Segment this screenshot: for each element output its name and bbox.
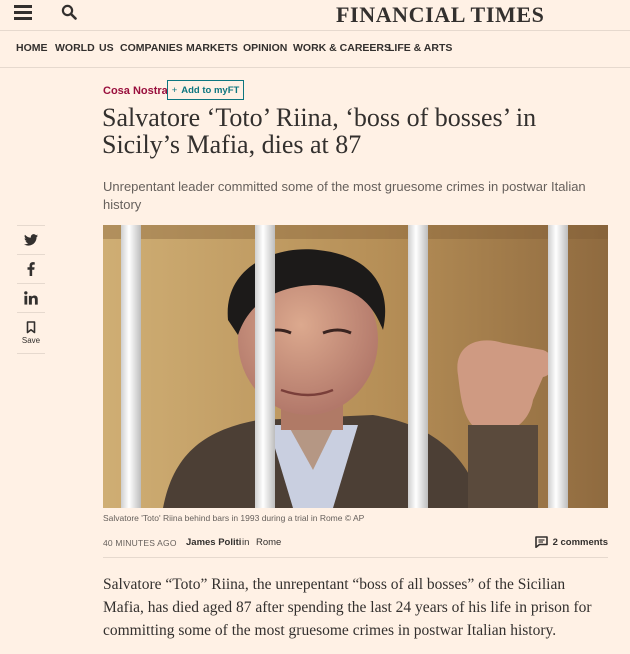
ft-masthead-logo[interactable]: FINANCIAL TIMES bbox=[336, 2, 544, 28]
share-toolbar: Save bbox=[17, 225, 45, 354]
comments-link[interactable]: 2 comments bbox=[534, 536, 608, 548]
search-icon[interactable] bbox=[61, 4, 77, 20]
byline-in-text: in bbox=[242, 537, 250, 548]
save-article-button[interactable]: Save bbox=[17, 313, 45, 354]
nav-item-us[interactable]: US bbox=[99, 42, 114, 54]
share-facebook-button[interactable] bbox=[17, 255, 45, 284]
topic-link[interactable]: Cosa Nostra bbox=[103, 85, 168, 97]
nav-item-work-careers[interactable]: WORK & CAREERS bbox=[293, 42, 391, 54]
nav-item-life-arts[interactable]: LIFE & ARTS bbox=[388, 42, 452, 54]
share-linkedin-button[interactable] bbox=[17, 284, 45, 313]
comment-icon bbox=[534, 536, 548, 548]
article-headline: Salvatore ‘Toto’ Riina, ‘boss of bosses’… bbox=[102, 103, 537, 159]
nav-item-opinion[interactable]: OPINION bbox=[243, 42, 287, 54]
dateline-location: Rome bbox=[256, 537, 282, 548]
share-twitter-button[interactable] bbox=[17, 225, 45, 255]
nav-item-markets[interactable]: MARKETS bbox=[186, 42, 238, 54]
byline-row: 40 MINUTES AGO James Politi in Rome 2 co… bbox=[103, 532, 608, 558]
linkedin-icon bbox=[24, 291, 38, 305]
article-standfirst: Unrepentant leader committed some of the… bbox=[103, 179, 586, 212]
save-label: Save bbox=[21, 336, 41, 345]
add-to-myft-button[interactable]: + Add to myFT bbox=[167, 80, 244, 100]
facebook-icon bbox=[27, 262, 35, 276]
author-link[interactable]: James Politi bbox=[186, 537, 241, 548]
plus-icon: + bbox=[171, 84, 178, 96]
top-bar: FINANCIAL TIMES bbox=[0, 0, 630, 30]
article-body-paragraph: Salvatore “Toto” Riina, the unrepentant … bbox=[103, 576, 592, 639]
twitter-icon bbox=[24, 234, 38, 246]
publish-timestamp: 40 MINUTES AGO bbox=[103, 538, 177, 548]
image-caption: Salvatore 'Toto' Riina behind bars in 19… bbox=[103, 513, 365, 523]
bookmark-icon bbox=[26, 321, 36, 334]
add-to-myft-label: Add to myFT bbox=[181, 84, 240, 96]
hamburger-menu-icon[interactable] bbox=[14, 5, 32, 20]
nav-item-companies[interactable]: COMPANIES bbox=[120, 42, 183, 54]
nav-item-world[interactable]: WORLD bbox=[55, 42, 95, 54]
main-navigation: HOME WORLD US COMPANIES MARKETS OPINION … bbox=[0, 30, 630, 68]
article-main-image bbox=[103, 225, 608, 508]
nav-item-home[interactable]: HOME bbox=[16, 42, 48, 54]
comments-count-label: 2 comments bbox=[552, 536, 608, 548]
